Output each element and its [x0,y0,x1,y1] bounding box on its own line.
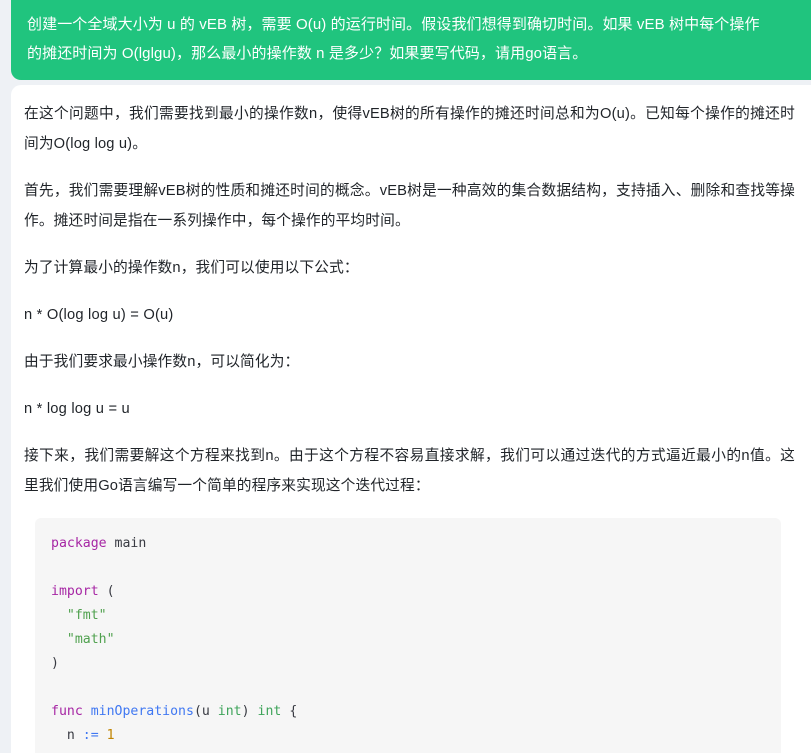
code-line: "fmt" [51,604,765,628]
code-line: import ( [51,580,765,604]
assistant-paragraph-1: 在这个问题中，我们需要找到最小的操作数n，使得vEB树的所有操作的摊还时间总和为… [24,99,795,159]
user-message-line-2: 的摊还时间为 O(lglgu)，那么最小的操作数 n 是多少？如果要写代码，请用… [27,39,795,68]
assistant-paragraph-2: 首先，我们需要理解vEB树的性质和摊还时间的概念。vEB树是一种高效的集合数据结… [24,176,795,236]
code-line [51,676,765,700]
assistant-paragraph-5: 接下来，我们需要解这个方程来找到n。由于这个方程不容易直接求解，我们可以通过迭代… [24,441,795,501]
user-message-line-1: 创建一个全域大小为 u 的 vEB 树，需要 O(u) 的运行时间。假设我们想得… [27,10,795,39]
code-line: package main [51,532,765,556]
assistant-paragraph-3: 为了计算最小的操作数n，我们可以使用以下公式： [24,253,795,283]
code-line: ) [51,652,765,676]
code-block[interactable]: package main import ( "fmt" "math") func… [35,518,781,753]
assistant-message-panel: 在这个问题中，我们需要找到最小的操作数n，使得vEB树的所有操作的摊还时间总和为… [11,85,811,753]
code-line [51,556,765,580]
chat-screen: 创建一个全域大小为 u 的 vEB 树，需要 O(u) 的运行时间。假设我们想得… [0,0,811,753]
code-line: for { [51,748,765,753]
assistant-formula-2: n * log log u = u [24,394,795,424]
user-message-bubble: 创建一个全域大小为 u 的 vEB 树，需要 O(u) 的运行时间。假设我们想得… [11,0,811,80]
assistant-formula-1: n * O(log log u) = O(u) [24,300,795,330]
assistant-paragraph-4: 由于我们要求最小操作数n，可以简化为： [24,347,795,377]
code-line: func minOperations(u int) int { [51,700,765,724]
code-line: n := 1 [51,724,765,748]
code-block-content: package main import ( "fmt" "math") func… [51,532,765,753]
assistant-message-body: 在这个问题中，我们需要找到最小的操作数n，使得vEB树的所有操作的摊还时间总和为… [11,85,811,753]
code-line: "math" [51,628,765,652]
